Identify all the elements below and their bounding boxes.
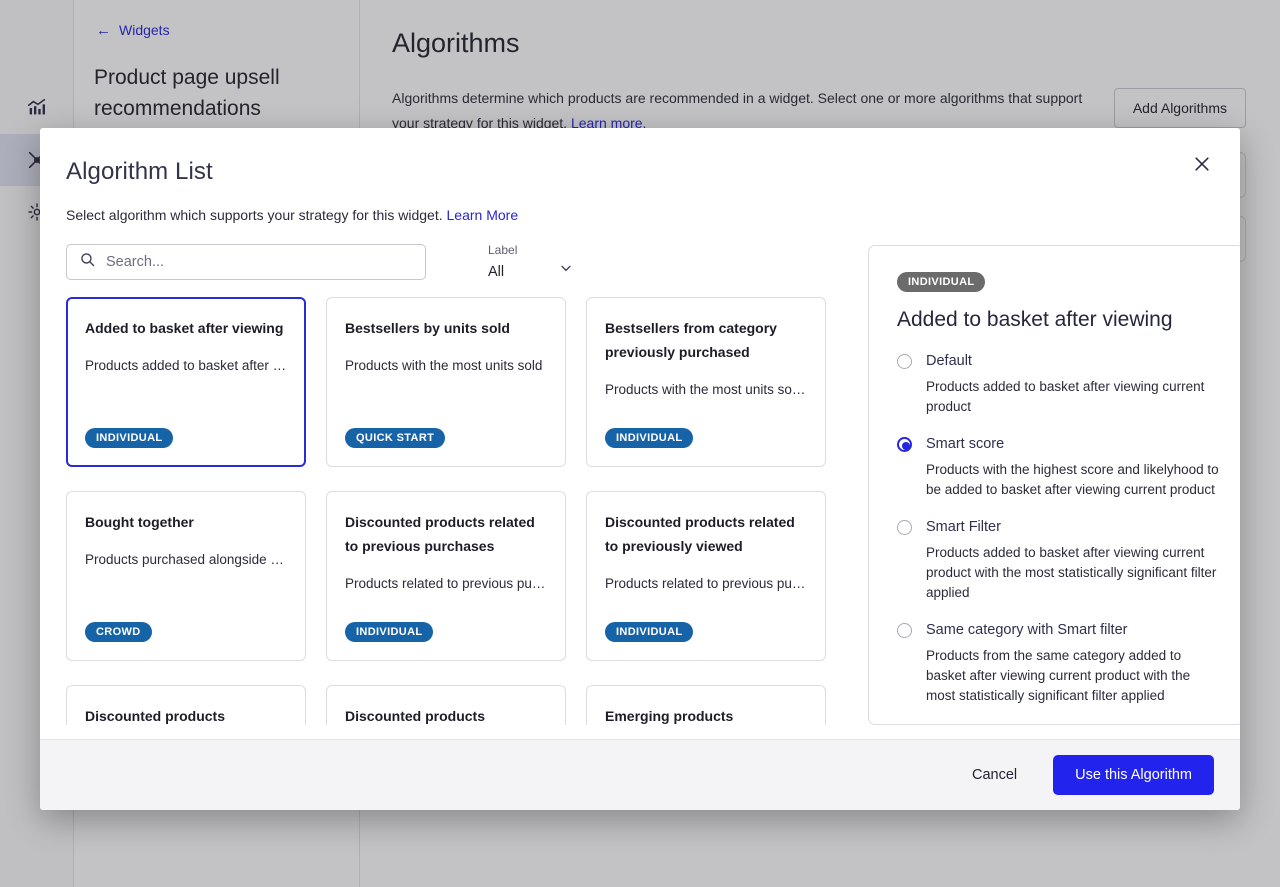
- cancel-button[interactable]: Cancel: [958, 757, 1031, 793]
- close-icon[interactable]: [1188, 150, 1216, 178]
- algorithm-card-title: Emerging products: [605, 708, 734, 724]
- search-box[interactable]: [66, 244, 426, 280]
- algorithm-card[interactable]: Emerging products: [586, 685, 826, 725]
- label-filter-value: All: [488, 264, 505, 280]
- option-description: Products added to basket after viewing c…: [926, 379, 1205, 414]
- algorithm-card-title: Added to basket after viewing: [85, 320, 284, 336]
- algorithm-option-row[interactable]: Smart score Products with the highest sco…: [897, 435, 1219, 500]
- detail-badge: INDIVIDUAL: [897, 272, 986, 292]
- algorithm-card-title: Discounted products: [85, 708, 226, 724]
- algorithm-card[interactable]: Bought together Products purchased alongs…: [66, 491, 306, 661]
- use-this-algorithm-button[interactable]: Use this Algorithm: [1053, 755, 1214, 795]
- algorithm-card-title: Bestsellers from category previously pur…: [605, 320, 777, 360]
- algorithm-card[interactable]: Bestsellers from category previously pur…: [586, 297, 826, 467]
- option-label: Default: [926, 353, 972, 369]
- option-description: Products added to basket after viewing c…: [926, 545, 1217, 600]
- algorithm-card-badge: INDIVIDUAL: [605, 622, 694, 642]
- algorithm-card-badge: QUICK START: [345, 428, 446, 448]
- algorithm-detail-panel: INDIVIDUAL Added to basket after viewing…: [868, 245, 1240, 725]
- dialog-subtitle-text: Select algorithm which supports your str…: [66, 207, 443, 223]
- algorithm-card-description: Products related to previous purch…: [345, 576, 547, 591]
- algorithm-card-badge: INDIVIDUAL: [85, 428, 174, 448]
- algorithm-card[interactable]: Bestsellers by units sold Products with t…: [326, 297, 566, 467]
- learn-more-link[interactable]: Learn More: [447, 207, 519, 223]
- algorithm-card-badge: INDIVIDUAL: [345, 622, 434, 642]
- algorithm-card-title: Discounted products: [345, 708, 486, 724]
- chevron-down-icon[interactable]: [558, 260, 574, 281]
- algorithm-card[interactable]: Discounted products: [326, 685, 566, 725]
- algorithm-card-description: Products with the most units sold f…: [605, 382, 807, 397]
- radio-button[interactable]: [897, 437, 912, 452]
- algorithm-card-title: Bought together: [85, 514, 194, 530]
- option-description: Products from the same category added to…: [926, 648, 1191, 703]
- dialog-subtitle: Select algorithm which supports your str…: [66, 207, 518, 223]
- search-input[interactable]: [106, 254, 413, 270]
- algorithm-card-grid[interactable]: Added to basket after viewing Products ad…: [66, 297, 866, 725]
- algorithm-list-dialog: Algorithm List Select algorithm which su…: [40, 128, 1240, 810]
- option-label: Smart Filter: [926, 519, 1001, 535]
- algorithm-card[interactable]: Discounted products: [66, 685, 306, 725]
- algorithm-card-title: Discounted products related to previousl…: [605, 514, 795, 554]
- algorithm-card[interactable]: Discounted products related to previous …: [326, 491, 566, 661]
- search-icon: [79, 251, 96, 273]
- algorithm-option-row[interactable]: Default Products added to basket after vi…: [897, 352, 1219, 417]
- dialog-title: Algorithm List: [66, 158, 213, 185]
- label-filter-dropdown[interactable]: Label All: [488, 242, 571, 283]
- algorithm-card-description: Products added to basket after vie…: [85, 358, 287, 373]
- algorithm-card-badge: CROWD: [85, 622, 152, 642]
- algorithm-option-row[interactable]: Same category with Smart filter Products …: [897, 621, 1219, 706]
- radio-button[interactable]: [897, 354, 912, 369]
- dialog-footer: Cancel Use this Algorithm: [40, 739, 1240, 810]
- algorithm-card-title: Bestsellers by units sold: [345, 320, 510, 336]
- algorithm-card-title: Discounted products related to previous …: [345, 514, 535, 554]
- radio-button[interactable]: [897, 623, 912, 638]
- algorithm-card-description: Products related to previous purch…: [605, 576, 807, 591]
- detail-title: Added to basket after viewing: [897, 308, 1173, 331]
- algorithm-card[interactable]: Added to basket after viewing Products ad…: [66, 297, 306, 467]
- option-label: Same category with Smart filter: [926, 622, 1128, 638]
- radio-button[interactable]: [897, 520, 912, 535]
- algorithm-card-badge: INDIVIDUAL: [605, 428, 694, 448]
- algorithm-card[interactable]: Discounted products related to previousl…: [586, 491, 826, 661]
- algorithm-card-description: Products purchased alongside the…: [85, 552, 287, 567]
- label-filter-label: Label: [488, 243, 518, 257]
- option-label: Smart score: [926, 436, 1005, 452]
- algorithm-card-description: Products with the most units sold: [345, 358, 543, 373]
- option-description: Products with the highest score and like…: [926, 462, 1219, 497]
- algorithm-option-row[interactable]: Smart Filter Products added to basket aft…: [897, 518, 1219, 603]
